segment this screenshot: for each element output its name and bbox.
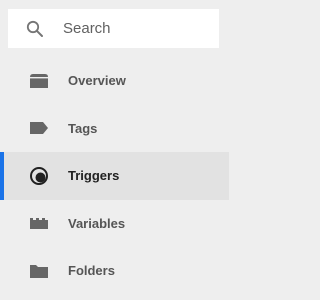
- sidebar-item-folders[interactable]: Folders: [0, 247, 229, 295]
- sidebar-item-label: Variables: [68, 215, 126, 231]
- sidebar-nav: Overview Tags Triggers Variables Folders: [0, 57, 229, 295]
- search-input[interactable]: [63, 20, 203, 37]
- sidebar-item-overview[interactable]: Overview: [0, 57, 229, 105]
- sidebar-item-label: Folders: [68, 263, 115, 279]
- folder-icon: [28, 260, 50, 282]
- sidebar-item-label: Triggers: [68, 168, 120, 184]
- sidebar-item-label: Overview: [68, 73, 126, 89]
- sidebar-item-triggers[interactable]: Triggers: [0, 152, 229, 200]
- variables-icon: [28, 212, 50, 234]
- search-icon[interactable]: [25, 19, 45, 39]
- search-box[interactable]: [8, 9, 219, 48]
- sidebar-item-label: Tags: [68, 120, 98, 136]
- overview-icon: [28, 70, 50, 92]
- trigger-icon: [28, 165, 50, 187]
- tag-icon: [28, 117, 50, 139]
- sidebar-item-tags[interactable]: Tags: [0, 105, 229, 153]
- sidebar-item-variables[interactable]: Variables: [0, 200, 229, 248]
